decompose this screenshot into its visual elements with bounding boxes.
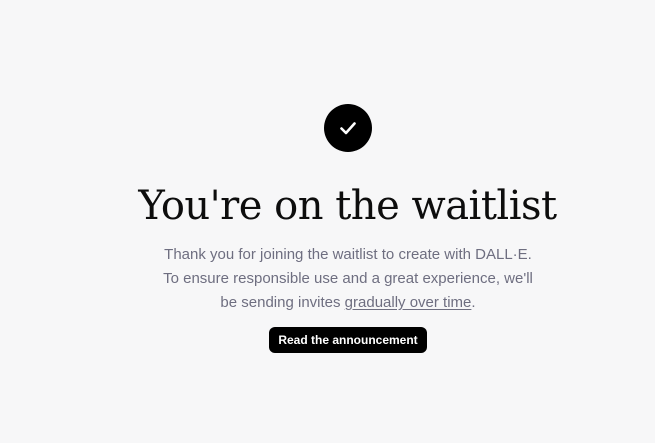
waitlist-page: You're on the waitlist Thank you for joi… bbox=[0, 0, 655, 443]
description-line-3-suffix: . bbox=[471, 294, 476, 311]
description-line-1: Thank you for joining the waitlist to cr… bbox=[164, 246, 532, 263]
gradually-over-time-link[interactable]: gradually over time bbox=[345, 294, 472, 311]
description-line-2: To ensure responsible use and a great ex… bbox=[163, 270, 533, 287]
description-line-3-prefix: be sending invites bbox=[220, 294, 345, 311]
checkmark-icon bbox=[324, 104, 372, 152]
checkmark-glyph bbox=[340, 122, 356, 135]
waitlist-description: Thank you for joining the waitlist to cr… bbox=[148, 243, 548, 315]
read-announcement-button[interactable]: Read the announcement bbox=[269, 327, 427, 353]
page-title: You're on the waitlist bbox=[138, 183, 557, 229]
